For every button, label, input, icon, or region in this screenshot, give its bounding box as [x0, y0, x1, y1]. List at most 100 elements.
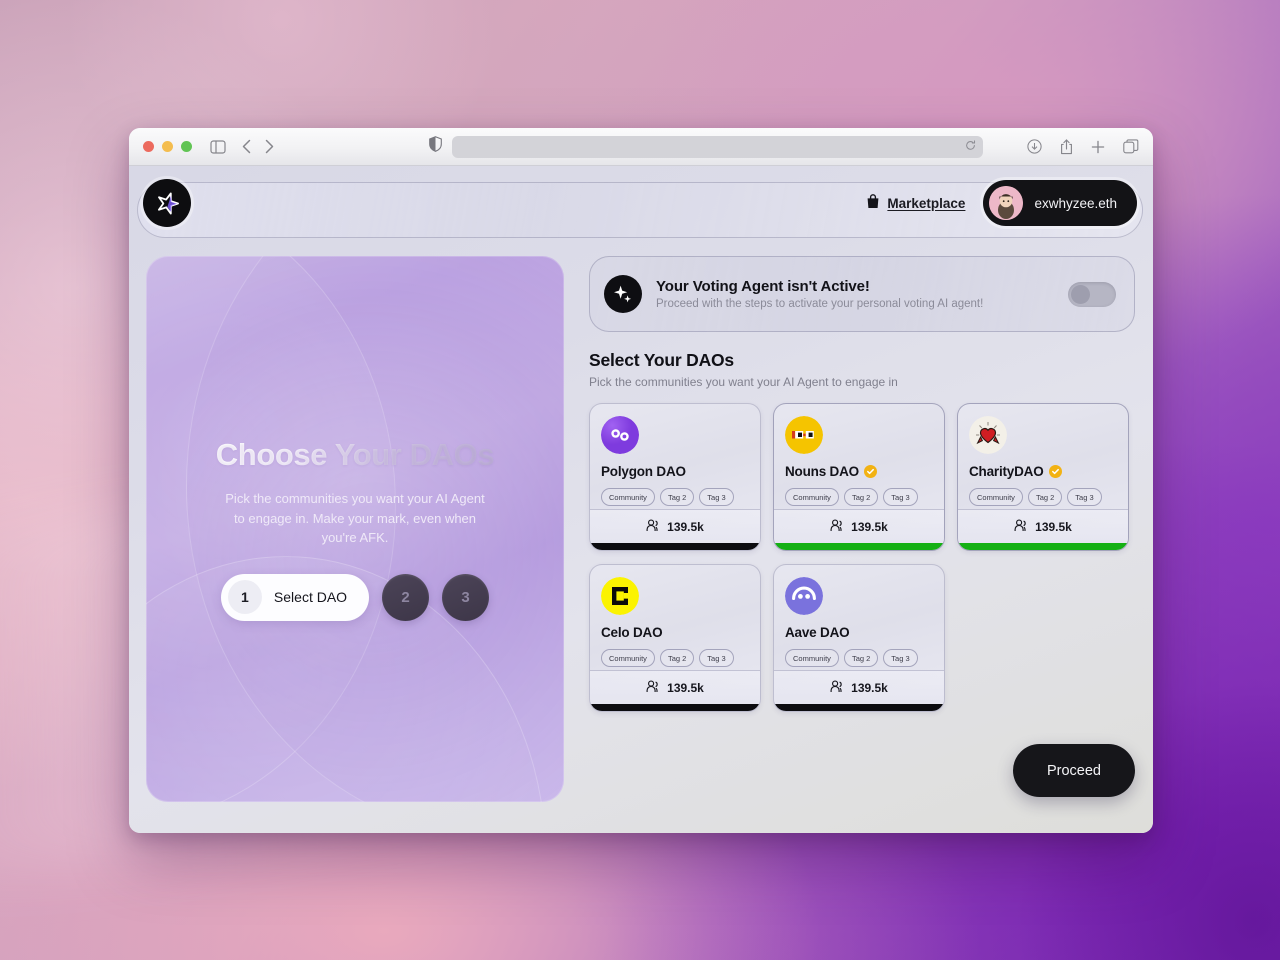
nav-buttons[interactable]: [242, 139, 274, 154]
dao-selection-bar: [774, 543, 944, 550]
dao-tag: Tag 2: [659, 488, 695, 506]
hero-panel: Choose Your DAOs Pick the communities yo…: [146, 256, 564, 802]
dao-tag: Tag 3: [699, 488, 734, 506]
app-viewport: Marketplace exwhyzee.eth Choose Your DAO…: [129, 166, 1153, 833]
agent-activation-toggle[interactable]: [1068, 281, 1116, 307]
dao-tag: Tag 3: [883, 649, 918, 667]
proceed-button[interactable]: Proceed: [1012, 744, 1135, 797]
toolbar-actions[interactable]: [1027, 138, 1139, 155]
members-icon: [1014, 519, 1028, 535]
verified-badge-icon: [863, 465, 877, 478]
members-icon: [830, 680, 844, 696]
dao-selection-bar: [958, 543, 1128, 550]
share-icon[interactable]: [1060, 138, 1073, 155]
dao-tag: Tag 2: [659, 649, 695, 667]
member-count-label: 139.5k: [851, 519, 888, 534]
member-count-label: 139.5k: [851, 680, 888, 695]
dao-tag: Community: [969, 488, 1023, 506]
tabs-icon[interactable]: [1123, 139, 1139, 154]
minimize-window-button[interactable]: [162, 141, 173, 152]
dao-selection-bar: [774, 704, 944, 711]
member-count-label: 139.5k: [667, 680, 704, 695]
back-arrow-icon[interactable]: [242, 139, 251, 154]
bag-icon: [866, 194, 880, 212]
toggle-knob: [1071, 284, 1090, 304]
dao-tags: Community Tag 2 Tag 3: [601, 649, 749, 667]
header-right-group: Marketplace exwhyzee.eth: [866, 180, 1137, 226]
nouns-logo-icon: [785, 416, 823, 454]
footer-actions: Proceed: [589, 712, 1135, 833]
maximize-window-button[interactable]: [181, 141, 192, 152]
polygon-logo-icon: [601, 416, 639, 454]
dao-tag: Community: [785, 488, 839, 506]
reload-icon[interactable]: [965, 138, 976, 156]
dao-card-charity[interactable]: CharityDAO Community Tag 2 Tag 3 139.5k: [957, 403, 1129, 551]
step-3-button[interactable]: 3: [442, 573, 490, 621]
step-indicator: 1 Select DAO 2 3: [216, 573, 494, 621]
dao-tags: Community Tag 2 Tag 3: [785, 649, 933, 667]
dao-member-count: 139.5k: [774, 670, 944, 704]
members-icon: [646, 519, 660, 535]
dao-card-celo[interactable]: Celo DAO Community Tag 2 Tag 3 139.5k: [589, 564, 761, 712]
marketplace-label: Marketplace: [887, 195, 966, 211]
dao-member-count: 139.5k: [774, 509, 944, 543]
app-logo-icon[interactable]: [143, 179, 191, 227]
avatar: [989, 186, 1024, 220]
step-1-select-dao[interactable]: 1 Select DAO: [220, 573, 370, 621]
close-window-button[interactable]: [143, 141, 154, 152]
hero-subtitle: Pick the communities you want your AI Ag…: [225, 491, 485, 546]
aave-logo-icon: [785, 577, 823, 615]
dao-tag: Community: [601, 649, 655, 667]
content-column: Your Voting Agent isn't Active! Proceed …: [580, 250, 1153, 833]
member-count-label: 139.5k: [667, 519, 704, 534]
dao-tag: Tag 3: [1067, 488, 1102, 506]
download-icon[interactable]: [1027, 139, 1042, 154]
dao-name-label: Celo DAO: [601, 625, 663, 640]
forward-arrow-icon[interactable]: [265, 139, 274, 154]
verified-badge-icon: [1048, 465, 1062, 478]
section-title: Select Your DAOs: [589, 350, 734, 370]
dao-card-nouns[interactable]: Nouns DAO Community Tag 2 Tag 3 139.5k: [773, 403, 945, 551]
sparkle-icon: [604, 275, 642, 313]
dao-tag: Tag 3: [699, 649, 734, 667]
marketplace-link[interactable]: Marketplace: [866, 194, 965, 212]
dao-tags: Community Tag 2 Tag 3: [785, 488, 933, 506]
url-input[interactable]: [452, 135, 983, 158]
dao-member-count: 139.5k: [590, 509, 760, 543]
step-2-button[interactable]: 2: [382, 573, 430, 621]
window-controls[interactable]: [143, 141, 192, 152]
dao-tag: Community: [785, 649, 839, 667]
dao-tag: Tag 2: [843, 488, 879, 506]
voting-agent-banner: Your Voting Agent isn't Active! Proceed …: [589, 256, 1135, 332]
dao-tag: Tag 2: [843, 649, 879, 667]
dao-name-label: Polygon DAO: [601, 464, 686, 479]
step-1-label: Select DAO: [273, 589, 348, 606]
app-header: Marketplace exwhyzee.eth: [129, 166, 1153, 250]
dao-card-polygon[interactable]: Polygon DAO Community Tag 2 Tag 3 139.5k: [589, 403, 761, 551]
user-account-chip[interactable]: exwhyzee.eth: [983, 180, 1137, 226]
hero-column: Choose Your DAOs Pick the communities yo…: [129, 250, 580, 833]
section-subtitle: Pick the communities you want your AI Ag…: [589, 375, 898, 389]
step-1-number: 1: [227, 580, 262, 615]
dao-name-label: Aave DAO: [785, 625, 850, 640]
browser-window: Marketplace exwhyzee.eth Choose Your DAO…: [129, 128, 1153, 833]
dao-name-label: Nouns DAO: [785, 464, 859, 479]
dao-tags: Community Tag 2 Tag 3: [601, 488, 749, 506]
dao-tags: Community Tag 2 Tag 3: [969, 488, 1117, 506]
user-name-label: exwhyzee.eth: [1034, 195, 1117, 211]
dao-member-count: 139.5k: [958, 509, 1128, 543]
dao-card-aave[interactable]: Aave DAO Community Tag 2 Tag 3 139.5k: [773, 564, 945, 712]
dao-selection-bar: [590, 704, 760, 711]
charity-logo-icon: [969, 416, 1007, 454]
members-icon: [830, 519, 844, 535]
dao-tag: Community: [601, 488, 655, 506]
agent-banner-subtitle: Proceed with the steps to activate your …: [656, 298, 984, 310]
app-body: Choose Your DAOs Pick the communities yo…: [129, 250, 1153, 833]
dao-selection-bar: [590, 543, 760, 550]
plus-icon[interactable]: [1091, 140, 1105, 154]
shield-icon[interactable]: [429, 136, 442, 157]
sidebar-icon[interactable]: [210, 139, 226, 154]
dao-grid: Polygon DAO Community Tag 2 Tag 3 139.5k…: [589, 403, 1135, 712]
address-bar-area[interactable]: [429, 135, 983, 158]
dao-member-count: 139.5k: [590, 670, 760, 704]
